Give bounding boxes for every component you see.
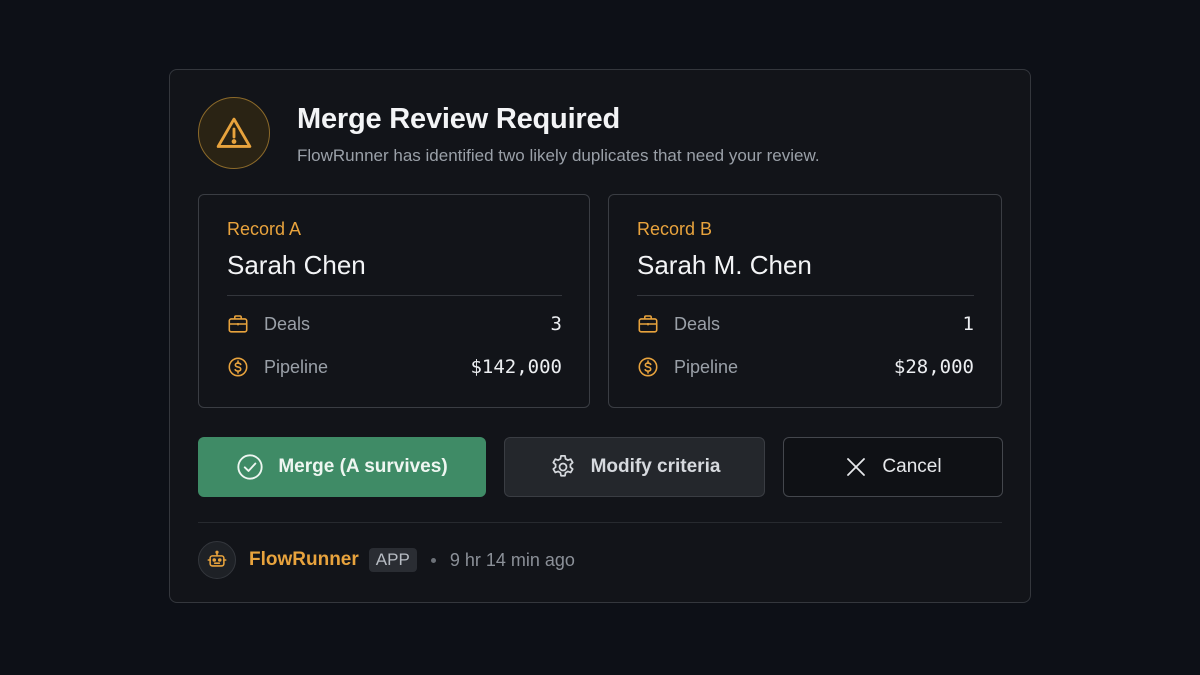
deals-label: Deals [674,313,721,334]
check-circle-icon [236,453,264,481]
pipeline-row: Pipeline $142,000 [227,353,562,381]
record-a-card: Record A Sarah Chen Deals 3 Pipeline $14… [198,194,590,408]
cancel-button-label: Cancel [882,456,942,477]
timestamp: 9 hr 14 min ago [449,549,575,570]
deals-label: Deals [264,313,311,334]
merge-review-dialog: Merge Review Required FlowRunner has ide… [169,69,1031,603]
dialog-header: Merge Review Required FlowRunner has ide… [198,97,1002,173]
merge-button-label: Merge (A survives) [278,456,448,477]
deals-value: 1 [962,313,974,335]
record-name: Sarah Chen [227,250,366,280]
deals-row: Deals 1 [637,310,974,338]
merge-button[interactable]: Merge (A survives) [198,437,486,497]
dialog-subtitle: FlowRunner has identified two likely dup… [297,146,820,165]
record-b-card: Record B Sarah M. Chen Deals 1 Pipeline … [608,194,1002,408]
dollar-circle-icon [637,356,659,378]
record-label: Record A [227,219,302,239]
dollar-circle-icon [227,356,249,378]
pipeline-label: Pipeline [674,356,739,377]
pipeline-label: Pipeline [264,356,329,377]
pipeline-row: Pipeline $28,000 [637,353,974,381]
record-divider [637,295,974,296]
pipeline-value: $28,000 [893,356,974,378]
separator-dot [430,557,436,563]
warning-icon [198,97,270,169]
record-divider [227,295,562,296]
record-label: Record B [637,219,713,239]
briefcase-icon [227,313,249,335]
cancel-button[interactable]: Cancel [783,437,1003,497]
dialog-title: Merge Review Required [297,103,620,135]
modify-criteria-label: Modify criteria [590,456,721,477]
footer-divider [198,522,1002,523]
robot-icon [198,541,236,579]
deals-row: Deals 3 [227,310,562,338]
deals-value: 3 [550,313,562,335]
gear-icon [549,453,577,481]
app-name[interactable]: FlowRunner [249,549,359,571]
briefcase-icon [637,313,659,335]
dialog-footer: FlowRunner APP 9 hr 14 min ago [198,541,575,579]
pipeline-value: $142,000 [470,356,562,378]
close-icon [844,455,868,479]
record-name: Sarah M. Chen [637,250,812,280]
modify-criteria-button[interactable]: Modify criteria [504,437,765,497]
app-badge: APP [368,548,417,572]
